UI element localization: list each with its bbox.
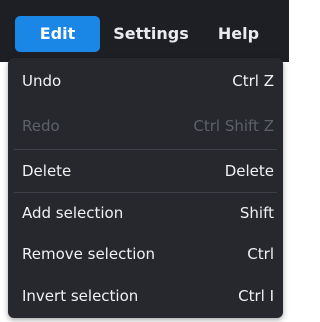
menu-item-label: Remove selection xyxy=(22,245,156,263)
menu-item-invert-selection[interactable]: Invert selection Ctrl I xyxy=(8,279,283,313)
menu-item-shortcut: Ctrl Z xyxy=(232,72,274,90)
menu-separator xyxy=(14,149,277,150)
menu-item-undo[interactable]: Undo Ctrl Z xyxy=(8,64,283,98)
menu-item-remove-selection[interactable]: Remove selection Ctrl xyxy=(8,237,283,271)
menu-item-add-selection[interactable]: Add selection Shift xyxy=(8,196,283,230)
menu-item-label: Undo xyxy=(22,72,62,90)
menu-item-shortcut: Ctrl Shift Z xyxy=(193,117,274,135)
menu-separator xyxy=(14,192,277,193)
menu-item-label: Redo xyxy=(22,117,60,135)
menu-item-shortcut: Ctrl I xyxy=(238,287,274,305)
menu-item-shortcut: Shift xyxy=(239,204,274,222)
menu-item-shortcut: Delete xyxy=(224,162,274,180)
menu-settings[interactable]: Settings xyxy=(106,16,196,52)
menu-item-delete[interactable]: Delete Delete xyxy=(8,154,283,188)
menu-item-label: Add selection xyxy=(22,204,124,222)
menu-item-shortcut: Ctrl xyxy=(247,245,274,263)
edit-dropdown-menu: Undo Ctrl Z Redo Ctrl Shift Z Delete Del… xyxy=(8,58,283,318)
menu-item-redo: Redo Ctrl Shift Z xyxy=(8,109,283,143)
menu-bar: Edit Settings Help xyxy=(0,0,289,62)
menu-help[interactable]: Help xyxy=(205,16,272,52)
menu-edit[interactable]: Edit xyxy=(15,16,100,52)
app-frame: Edit Settings Help Undo Ctrl Z Redo Ctrl… xyxy=(0,0,289,322)
menu-item-label: Delete xyxy=(22,162,72,180)
menu-item-label: Invert selection xyxy=(22,287,139,305)
